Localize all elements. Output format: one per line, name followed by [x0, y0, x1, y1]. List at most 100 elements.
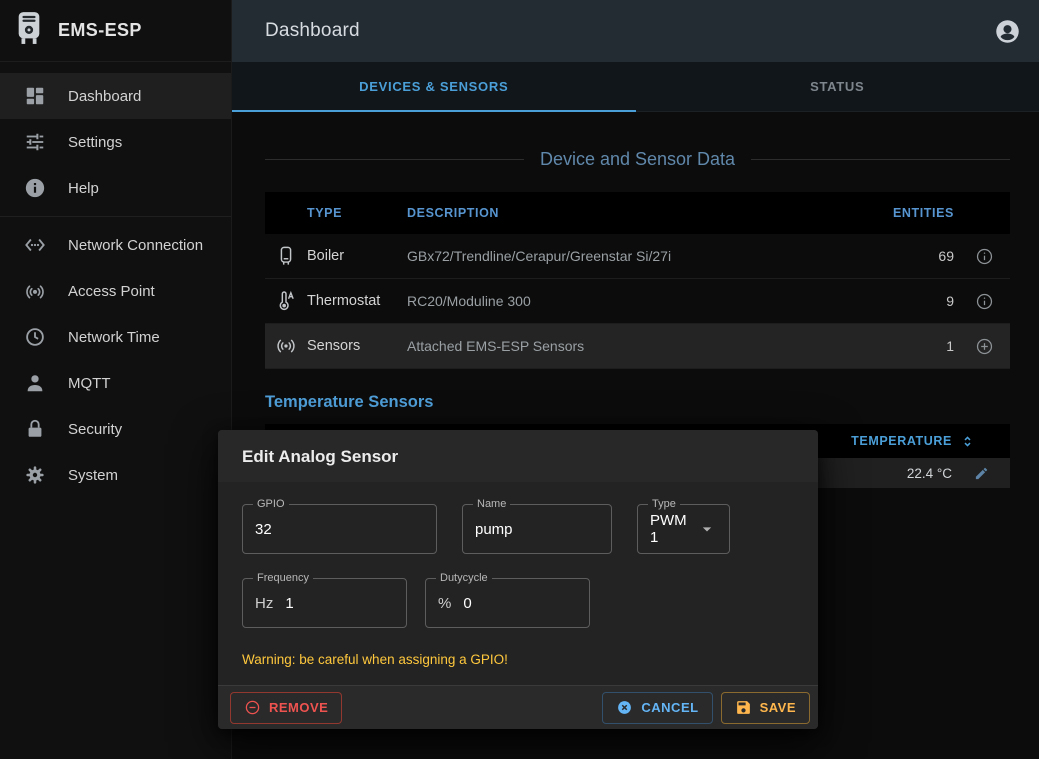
- sidebar-nav: Dashboard Settings Help Network Connec: [0, 62, 231, 498]
- tab-bar: DEVICES & SENSORS STATUS: [232, 62, 1039, 112]
- dutycycle-input[interactable]: [463, 595, 577, 612]
- dutycycle-unit-prefix: %: [438, 595, 451, 612]
- sidebar-item-label: Network Connection: [68, 237, 203, 254]
- sidebar-item-label: Dashboard: [68, 88, 141, 105]
- gpio-input[interactable]: [255, 521, 424, 538]
- cancel-circle-icon: [616, 699, 633, 716]
- logo-row: EMS-ESP: [0, 0, 231, 62]
- device-entities: 69: [878, 248, 958, 264]
- type-select[interactable]: Type PWM 1: [637, 504, 730, 554]
- tab-devices-sensors[interactable]: DEVICES & SENSORS: [232, 62, 636, 111]
- name-input[interactable]: [475, 521, 599, 538]
- sidebar-item-label: Help: [68, 180, 99, 197]
- device-table: TYPE DESCRIPTION ENTITIES Boiler GBx72/T…: [265, 192, 1010, 369]
- sidebar-item-dashboard[interactable]: Dashboard: [0, 73, 231, 119]
- access-point-icon: [24, 280, 46, 302]
- section-title: Device and Sensor Data: [540, 149, 735, 170]
- table-row-thermostat[interactable]: Thermostat RC20/Moduline 300 9: [265, 279, 1010, 324]
- sidebar-item-label: Network Time: [68, 329, 160, 346]
- sidebar-item-label: MQTT: [68, 375, 111, 392]
- frequency-input[interactable]: [285, 595, 394, 612]
- tune-icon: [24, 131, 46, 153]
- sidebar-item-system[interactable]: System: [0, 452, 231, 498]
- gpio-field-label: GPIO: [253, 497, 289, 511]
- boiler-icon: [265, 245, 307, 267]
- frequency-field-label: Frequency: [253, 571, 313, 585]
- device-table-header: TYPE DESCRIPTION ENTITIES: [265, 192, 1010, 234]
- page-title: Dashboard: [265, 20, 360, 42]
- gear-icon: [24, 464, 46, 486]
- device-description: RC20/Moduline 300: [407, 293, 878, 309]
- name-field-label: Name: [473, 497, 510, 511]
- device-description: Attached EMS-ESP Sensors: [407, 338, 878, 354]
- sensors-icon: [265, 335, 307, 357]
- info-icon: [24, 177, 46, 199]
- device-entities: 1: [878, 338, 958, 354]
- sort-icon[interactable]: [952, 434, 982, 449]
- header-temperature: TEMPERATURE: [851, 434, 952, 448]
- sidebar-item-network-connection[interactable]: Network Connection: [0, 222, 231, 268]
- sidebar-item-settings[interactable]: Settings: [0, 119, 231, 165]
- dutycycle-field-label: Dutycycle: [436, 571, 492, 585]
- ems-esp-logo-icon: [14, 10, 44, 51]
- type-select-value: PWM 1: [650, 512, 697, 546]
- mqtt-icon: [24, 372, 46, 394]
- dutycycle-field[interactable]: Dutycycle %: [425, 578, 590, 628]
- device-type: Thermostat: [307, 293, 407, 309]
- tab-label: STATUS: [810, 79, 864, 94]
- temperature-value: 22.4 °C: [907, 466, 952, 481]
- info-circle-icon[interactable]: [958, 292, 1010, 311]
- sidebar: EMS-ESP Dashboard Settings Help: [0, 0, 232, 759]
- sidebar-divider: [0, 216, 231, 217]
- remove-button[interactable]: REMOVE: [230, 692, 342, 724]
- type-field-label: Type: [648, 497, 680, 511]
- sidebar-item-network-time[interactable]: Network Time: [0, 314, 231, 360]
- edit-analog-sensor-dialog: Edit Analog Sensor GPIO Name Type PWM 1: [218, 430, 818, 729]
- device-entities: 9: [878, 293, 958, 309]
- save-button-label: SAVE: [760, 700, 796, 715]
- save-button[interactable]: SAVE: [721, 692, 810, 724]
- dialog-title: Edit Analog Sensor: [218, 430, 818, 482]
- cancel-button[interactable]: CANCEL: [602, 692, 712, 724]
- sidebar-item-label: Access Point: [68, 283, 155, 300]
- header-entities: ENTITIES: [878, 206, 958, 220]
- dialog-field-row-2: Frequency Hz Dutycycle %: [242, 578, 794, 628]
- thermostat-icon: [265, 290, 307, 312]
- sidebar-item-security[interactable]: Security: [0, 406, 231, 452]
- lock-icon: [24, 418, 46, 440]
- dashboard-icon: [24, 85, 46, 107]
- edit-pencil-icon[interactable]: [952, 466, 1010, 481]
- save-floppy-icon: [735, 699, 752, 716]
- device-description: GBx72/Trendline/Cerapur/Greenstar Si/27i: [407, 248, 878, 264]
- sidebar-item-label: Settings: [68, 134, 122, 151]
- divider-line: [751, 159, 1010, 160]
- dialog-field-row-1: GPIO Name Type PWM 1: [242, 504, 794, 554]
- sidebar-item-help[interactable]: Help: [0, 165, 231, 211]
- frequency-field[interactable]: Frequency Hz: [242, 578, 407, 628]
- gpio-field[interactable]: GPIO: [242, 504, 437, 554]
- temperature-sensors-title: Temperature Sensors: [265, 393, 433, 412]
- sidebar-item-access-point[interactable]: Access Point: [0, 268, 231, 314]
- remove-circle-icon: [244, 699, 261, 716]
- tab-status[interactable]: STATUS: [636, 62, 1039, 111]
- name-field[interactable]: Name: [462, 504, 612, 554]
- table-row-sensors[interactable]: Sensors Attached EMS-ESP Sensors 1: [265, 324, 1010, 369]
- gpio-warning-text: Warning: be careful when assigning a GPI…: [242, 652, 794, 667]
- tab-label: DEVICES & SENSORS: [359, 79, 508, 94]
- info-circle-icon[interactable]: [958, 247, 1010, 266]
- dialog-footer: REMOVE CANCEL SAVE: [218, 685, 818, 729]
- network-connection-icon: [24, 234, 46, 256]
- table-row-boiler[interactable]: Boiler GBx72/Trendline/Cerapur/Greenstar…: [265, 234, 1010, 279]
- clock-icon: [24, 326, 46, 348]
- account-icon[interactable]: [994, 18, 1021, 45]
- section-title-divider: Device and Sensor Data: [265, 149, 1010, 170]
- app-bar: Dashboard: [232, 0, 1039, 62]
- chevron-down-icon: [697, 519, 717, 539]
- device-type: Sensors: [307, 338, 407, 354]
- remove-button-label: REMOVE: [269, 700, 328, 715]
- app-title: EMS-ESP: [58, 20, 142, 41]
- sidebar-item-label: Security: [68, 421, 122, 438]
- frequency-unit-prefix: Hz: [255, 595, 273, 612]
- sidebar-item-mqtt[interactable]: MQTT: [0, 360, 231, 406]
- add-circle-icon[interactable]: [958, 337, 1010, 356]
